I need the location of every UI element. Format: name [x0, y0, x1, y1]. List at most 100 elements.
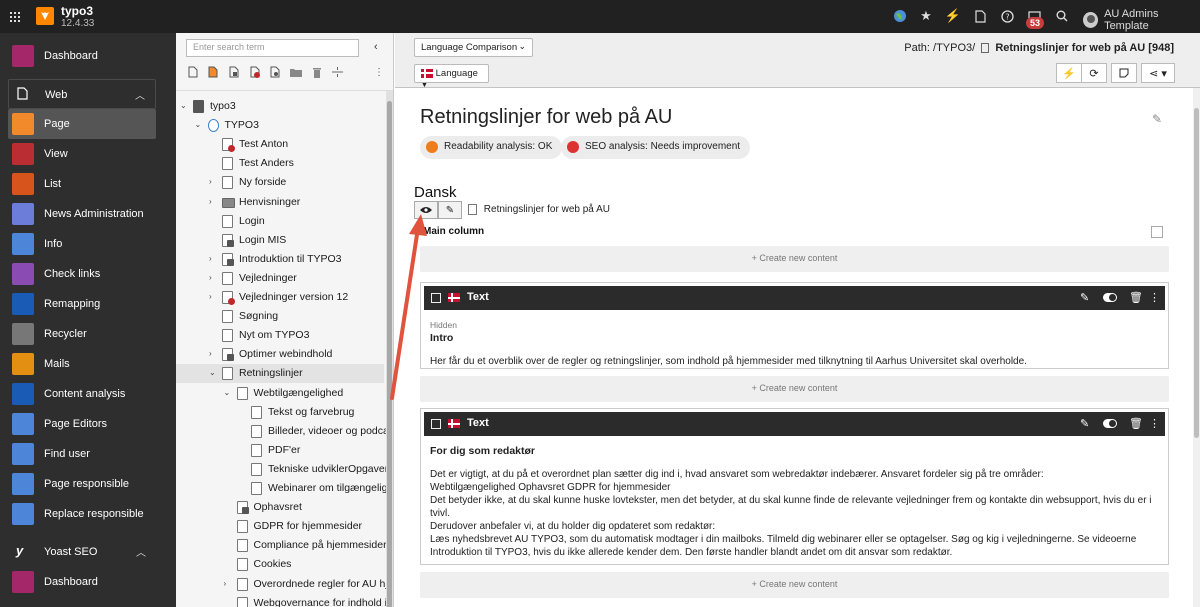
create-content-button[interactable]: + Create new content [420, 376, 1169, 402]
module-item-dashboard[interactable]: Dashboard [0, 567, 176, 597]
edit-page-button[interactable]: ✎ [438, 201, 462, 219]
tree-node[interactable]: ⌄ TYPO3 [176, 116, 384, 135]
edit-content-icon[interactable]: ✎ [1080, 417, 1089, 430]
create-content-button[interactable]: + Create new content [420, 572, 1169, 598]
collapse-node-icon[interactable]: ⌄ [224, 388, 232, 397]
expand-node-icon[interactable]: › [209, 292, 217, 301]
more-icon[interactable]: ⋮ [1149, 291, 1160, 304]
tree-node[interactable]: Login [176, 212, 384, 231]
tree-node[interactable]: Test Anders [176, 154, 384, 173]
flash-icon[interactable]: ⚡ [945, 8, 961, 24]
expand-node-icon[interactable]: › [224, 579, 232, 588]
module-item-page-editors[interactable]: Page Editors [0, 409, 176, 439]
tree-node[interactable]: Login MIS [176, 231, 384, 250]
typo3-logo[interactable] [36, 7, 54, 25]
readability-badge[interactable]: Readability analysis: OK [420, 136, 563, 159]
module-item-check-links[interactable]: Check links [0, 259, 176, 289]
new-page-icon[interactable] [186, 65, 200, 79]
content-scrollbar[interactable] [1193, 88, 1200, 607]
module-menu-toggle[interactable] [0, 0, 30, 33]
tree-node[interactable]: Compliance på hjemmesider [176, 536, 387, 555]
content-scrollbar-thumb[interactable] [1194, 108, 1199, 438]
delete-icon[interactable]: 🗑 [1129, 291, 1143, 304]
help-icon[interactable]: ? [999, 8, 1015, 24]
expand-node-icon[interactable]: › [209, 349, 217, 358]
tree-more-icon[interactable]: ⋮ [372, 65, 386, 79]
module-item-mails[interactable]: Mails [0, 349, 176, 379]
chevron-up-icon[interactable]: ︿ [135, 87, 145, 102]
module-item-list[interactable]: List [0, 169, 176, 199]
module-item-find-user[interactable]: Find user [0, 439, 176, 469]
content-element-header[interactable]: Text ✎ 🗑 ⋮ [424, 286, 1165, 310]
tree-search-input[interactable]: Enter search term [186, 39, 359, 57]
tree-node[interactable]: Cookies [176, 555, 384, 574]
user-menu[interactable]: AU Admins Template [1083, 8, 1200, 32]
tree-node[interactable]: › Vejledninger [176, 269, 384, 288]
expand-node-icon[interactable]: › [209, 254, 217, 263]
tree-node[interactable]: Ophavsret [176, 498, 384, 517]
tree-node[interactable]: › Vejledninger version 12 [176, 288, 384, 307]
tree-node[interactable]: PDF'er [176, 441, 384, 460]
tree-node[interactable]: › Henvisninger [176, 193, 384, 212]
search-icon[interactable] [1054, 8, 1070, 24]
tree-node[interactable]: Søgning [176, 307, 384, 326]
collapse-tree-icon[interactable]: ‹ [374, 41, 378, 53]
module-item-page-responsible[interactable]: Page responsible [0, 469, 176, 499]
new-link-page-icon[interactable] [268, 65, 282, 79]
module-item-content-analysis[interactable]: Content analysis [0, 379, 176, 409]
view-page-button[interactable] [414, 201, 438, 219]
module-group-yoast-seo[interactable]: y Yoast SEO ︿ [8, 537, 156, 567]
module-item-recycler[interactable]: Recycler [0, 319, 176, 349]
divider-icon[interactable] [330, 65, 344, 79]
chevron-up-icon[interactable]: ︿ [136, 544, 146, 559]
content-element[interactable]: Text ✎ 🗑 ⋮ For dig som redaktør Det er v… [420, 408, 1169, 565]
shortcut-button[interactable] [1111, 63, 1137, 83]
module-item-info[interactable]: Info [0, 229, 176, 259]
visibility-toggle[interactable] [1103, 293, 1117, 302]
module-item-view[interactable]: View [0, 139, 176, 169]
language-select[interactable]: Language ▼ [414, 64, 489, 89]
module-group-web[interactable]: Web ︿ [8, 79, 156, 109]
collapse-node-icon[interactable]: ⌄ [180, 101, 188, 110]
bookmark-star-icon[interactable]: ★ [918, 8, 934, 24]
recycler-icon[interactable] [310, 65, 324, 79]
new-folder-icon[interactable] [289, 65, 303, 79]
tree-node[interactable]: ⌄ Webtilgængelighed [176, 384, 384, 403]
tree-node[interactable]: › Ny forside [176, 173, 384, 192]
more-icon[interactable]: ⋮ [1149, 417, 1160, 430]
document-icon[interactable] [972, 8, 988, 24]
tree-node[interactable]: ⌄ Retningslinjer [176, 364, 384, 384]
collapse-node-icon[interactable]: ⌄ [209, 368, 217, 377]
module-item-news-administration[interactable]: News Administration [0, 199, 176, 229]
tree-node[interactable]: ⌄ typo3 [176, 97, 384, 116]
seo-badge[interactable]: SEO analysis: Needs improvement [561, 136, 751, 159]
edit-page-icon[interactable]: ✎ [1152, 112, 1162, 126]
globe-icon[interactable] [892, 8, 908, 24]
tree-node[interactable]: GDPR for hjemmesider [176, 517, 384, 536]
share-button[interactable]: ⋖ ▾ [1141, 63, 1175, 83]
edit-content-icon[interactable]: ✎ [1080, 291, 1089, 304]
tree-node[interactable]: Tekst og farvebrug [176, 403, 384, 422]
new-restricted-page-icon[interactable] [248, 65, 262, 79]
tree-node[interactable]: Nyt om TYPO3 [176, 326, 384, 345]
edit-column-icon[interactable] [1151, 226, 1163, 238]
delete-icon[interactable]: 🗑 [1129, 417, 1143, 430]
tree-node[interactable]: Test Anton [176, 135, 384, 154]
module-item-replace-responsible[interactable]: Replace responsible [0, 499, 176, 529]
expand-node-icon[interactable]: › [209, 273, 217, 282]
tree-node[interactable]: Webinarer om tilgængelighed [176, 479, 393, 498]
view-mode-select[interactable]: Language Comparison ⌄ [414, 38, 533, 57]
module-item-remapping[interactable]: Remapping [0, 289, 176, 319]
tree-scrollbar-thumb[interactable] [387, 101, 392, 607]
reload-button[interactable]: ⟳ [1081, 63, 1107, 83]
new-shortcut-icon[interactable] [227, 65, 241, 79]
new-page-special-icon[interactable] [206, 65, 220, 79]
collapse-node-icon[interactable]: ⌄ [195, 120, 203, 129]
content-element-header[interactable]: Text ✎ 🗑 ⋮ [424, 412, 1165, 436]
tree-node[interactable]: › Introduktion til TYPO3 [176, 250, 384, 269]
tree-node[interactable]: Tekniske udviklerOpgaver [176, 460, 388, 479]
tree-node[interactable]: › Optimer webindhold [176, 345, 384, 364]
expand-node-icon[interactable]: › [209, 177, 217, 186]
module-item-page[interactable]: Page [8, 109, 156, 139]
tree-node[interactable]: Billeder, videoer og podcast [176, 422, 393, 441]
